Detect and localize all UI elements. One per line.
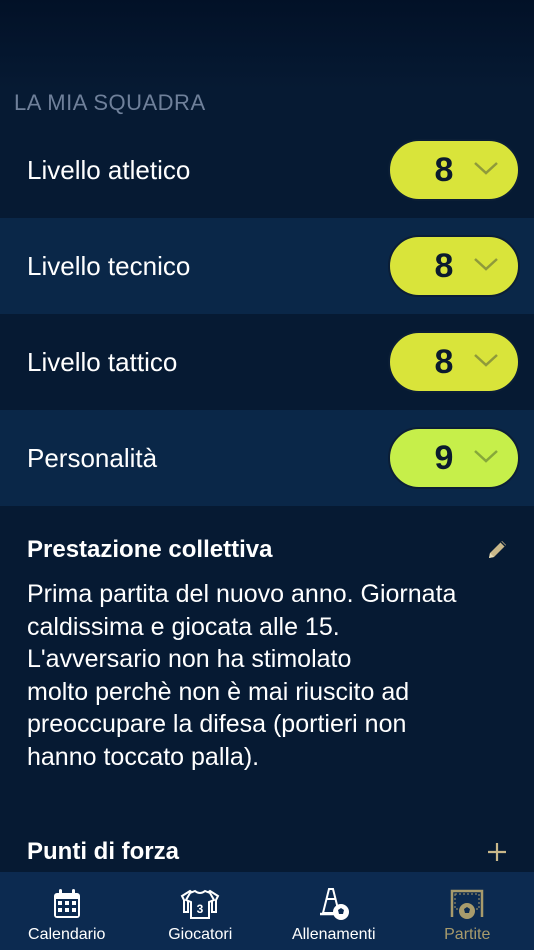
rating-label: Personalità — [27, 442, 158, 473]
strengths-title: Punti di forza — [27, 838, 179, 865]
collective-text: Prima partita del nuovo anno. Giornata c… — [27, 580, 457, 771]
goal-icon — [451, 889, 484, 919]
chevron-down-icon — [474, 450, 498, 463]
rating-label: Livello tattico — [27, 346, 178, 377]
collective-title: Prestazione collettiva — [27, 536, 273, 563]
rating-value: 8 — [434, 342, 454, 381]
bottom-tab-bar: Calendario 3 Giocatori Allenamenti Parti… — [0, 872, 534, 950]
rating-row-tecnico: Livello tecnico 8 — [0, 218, 534, 314]
rating-dropdown[interactable]: 9 — [388, 427, 520, 489]
rating-row-personalita: Personalità 9 — [0, 410, 534, 506]
svg-text:3: 3 — [197, 902, 204, 916]
tab-label: Calendario — [28, 926, 106, 943]
chevron-down-icon — [474, 162, 498, 175]
rating-label: Livello atletico — [27, 154, 191, 185]
tab-partite[interactable]: Partite — [401, 872, 534, 950]
tab-allenamenti[interactable]: Allenamenti — [267, 872, 401, 950]
plus-icon[interactable] — [487, 842, 507, 862]
rating-label: Livello tecnico — [27, 250, 191, 281]
rating-row-atletico: Livello atletico 8 — [0, 122, 534, 218]
rating-dropdown[interactable]: 8 — [388, 235, 520, 297]
tab-label: Giocatori — [168, 926, 233, 943]
rating-value: 9 — [434, 438, 454, 477]
rating-row-tattico: Livello tattico 8 — [0, 314, 534, 410]
jersey-icon: 3 — [180, 889, 220, 919]
rating-value: 8 — [434, 150, 454, 189]
chevron-down-icon — [474, 258, 498, 271]
calendar-icon — [53, 889, 80, 918]
rating-value: 8 — [434, 246, 454, 285]
tab-giocatori[interactable]: 3 Giocatori — [134, 872, 268, 950]
chevron-down-icon — [474, 354, 498, 367]
rating-dropdown[interactable]: 8 — [388, 331, 520, 393]
cone-ball-icon — [319, 888, 349, 920]
pencil-icon[interactable] — [486, 537, 510, 561]
tab-label: Partite — [444, 926, 491, 943]
tab-calendario[interactable]: Calendario — [0, 872, 134, 950]
top-bar-area — [0, 0, 534, 90]
rating-dropdown[interactable]: 8 — [388, 139, 520, 201]
section-title: LA MIA SQUADRA — [14, 90, 206, 115]
tab-label: Allenamenti — [291, 926, 376, 943]
